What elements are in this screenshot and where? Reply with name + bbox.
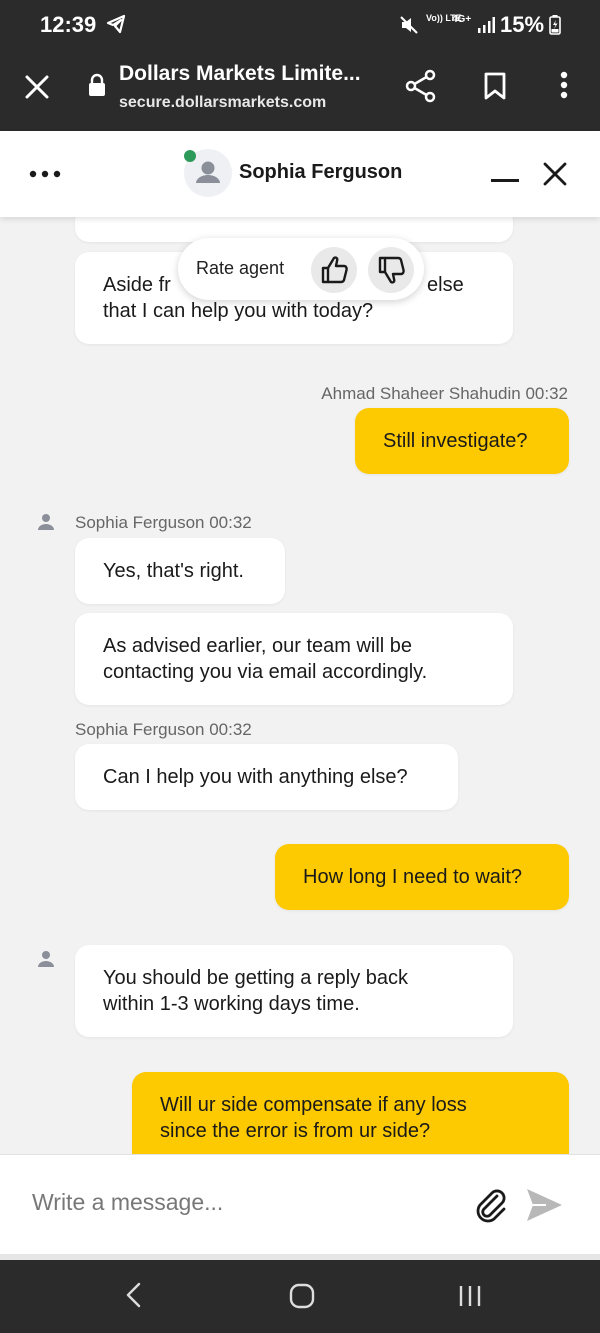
online-status-dot — [184, 150, 196, 162]
thumbs-down-icon — [378, 256, 405, 284]
message-text: How long I need to wait? — [303, 866, 523, 888]
bookmark-icon[interactable] — [483, 72, 507, 100]
telegram-icon — [106, 14, 126, 34]
network-type: 4G+ — [452, 14, 472, 25]
agent-name: Sophia Ferguson — [239, 161, 403, 183]
thumbs-up-icon — [321, 256, 348, 284]
agent-message: You should be getting a reply back withi… — [75, 945, 513, 1037]
message-text: else — [427, 274, 464, 296]
message-text: Can I help you with anything else? — [103, 766, 408, 788]
status-bar: 12:39 Vo)) LTE 4G+ 15% — [0, 0, 600, 50]
thumbs-up-button[interactable] — [311, 247, 357, 293]
chat-header: Sophia Ferguson — [0, 131, 600, 217]
browser-toolbar: Dollars Markets Limite... secure.dollars… — [0, 50, 600, 131]
message-input[interactable]: Write a message... — [32, 1189, 223, 1216]
more-options-icon[interactable] — [560, 71, 568, 99]
message-text: within 1-3 working days time. — [103, 993, 360, 1015]
message-text: Yes, that's right. — [103, 560, 244, 582]
message-sender-meta: Sophia Ferguson 00:32 — [75, 513, 252, 532]
message-list[interactable]: Aside fr else that I can help you with t… — [0, 217, 600, 1154]
page-title: Dollars Markets Limite... — [119, 62, 361, 85]
agent-message: As advised earlier, our team will be con… — [75, 613, 513, 705]
agent-message: Yes, that's right. — [75, 538, 285, 604]
user-message: Still investigate? — [355, 408, 569, 474]
rate-agent-popup: Rate agent — [178, 238, 424, 300]
agent-message: Can I help you with anything else? — [75, 744, 458, 810]
user-message: How long I need to wait? — [275, 844, 569, 910]
close-tab-icon[interactable] — [24, 74, 50, 100]
thumbs-down-button[interactable] — [368, 247, 414, 293]
agent-person-icon — [38, 514, 54, 530]
signal-icon — [478, 17, 495, 33]
page-url[interactable]: secure.dollarsmarkets.com — [119, 94, 326, 112]
share-icon[interactable] — [405, 69, 437, 103]
chat-menu-icon[interactable] — [28, 169, 62, 179]
status-time: 12:39 — [40, 12, 97, 37]
message-text: since the error is from ur side? — [160, 1120, 431, 1142]
message-sender-meta: Ahmad Shaheer Shahudin 00:32 — [321, 384, 568, 403]
paperclip-icon[interactable] — [473, 1187, 509, 1223]
message-text: contacting you via email accordingly. — [103, 661, 428, 683]
system-nav-bar — [0, 1260, 600, 1333]
minimize-button[interactable] — [491, 179, 519, 182]
message-text: that I can help you with today? — [103, 300, 374, 322]
agent-person-icon — [38, 951, 54, 967]
message-text: Will ur side compensate if any loss — [160, 1094, 467, 1116]
lock-icon — [89, 73, 105, 96]
message-text: Still investigate? — [383, 430, 528, 452]
message-text: As advised earlier, our team will be — [103, 635, 413, 657]
battery-percent: 15% — [500, 12, 545, 37]
message-text: Aside fr — [103, 274, 171, 296]
close-chat-icon[interactable] — [542, 161, 568, 187]
user-message: Will ur side compensate if any loss sinc… — [132, 1072, 569, 1154]
message-text: You should be getting a reply back — [103, 967, 409, 989]
message-composer: Write a message... — [0, 1154, 600, 1254]
back-icon[interactable] — [124, 1282, 144, 1308]
mute-icon — [400, 16, 418, 34]
send-icon[interactable] — [524, 1185, 564, 1225]
recents-icon[interactable] — [458, 1283, 484, 1309]
home-icon[interactable] — [289, 1283, 315, 1309]
battery-charging-icon — [549, 15, 561, 35]
message-sender-meta: Sophia Ferguson 00:32 — [75, 720, 252, 739]
rate-agent-label: Rate agent — [196, 258, 285, 278]
